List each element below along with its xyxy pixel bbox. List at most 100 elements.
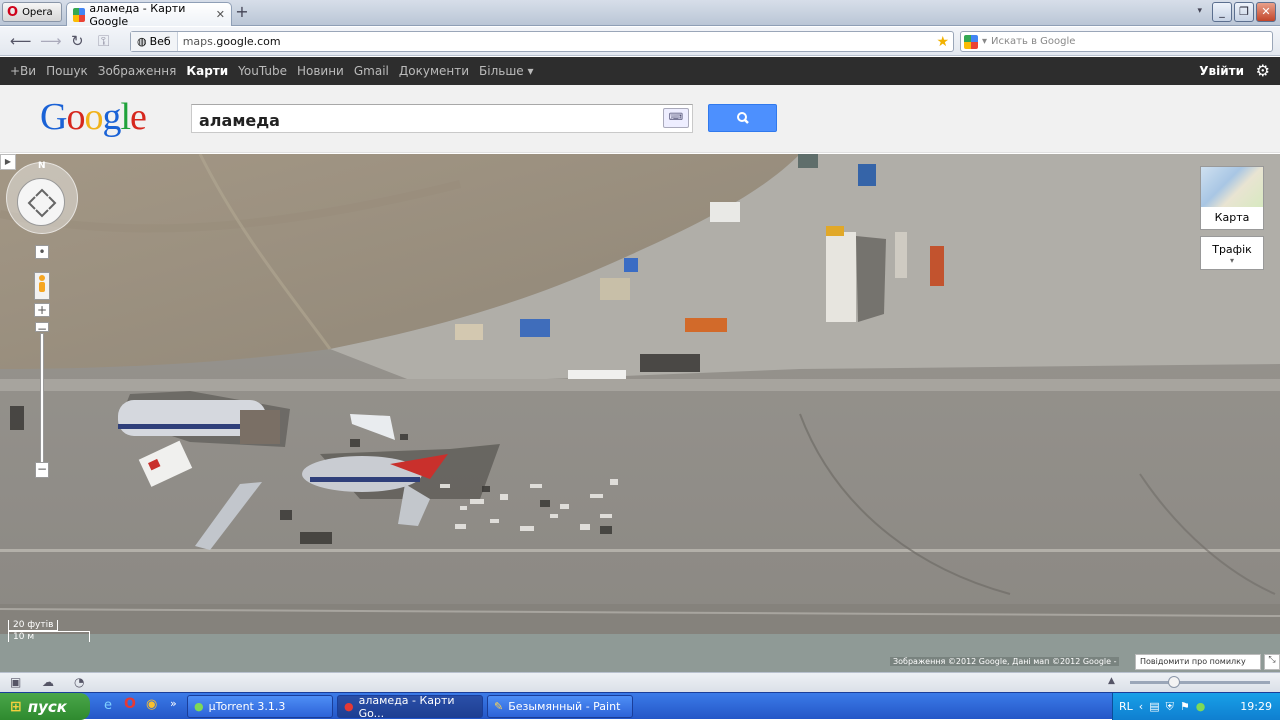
pan-arrows[interactable] bbox=[17, 178, 65, 226]
cloud-icon[interactable]: ☁ bbox=[42, 675, 54, 689]
panel-toggle-icon[interactable]: ▣ bbox=[10, 675, 21, 689]
address-badge[interactable]: ◍ Веб bbox=[131, 32, 178, 51]
zoom-menu-icon[interactable]: ▲ bbox=[1108, 676, 1115, 686]
address-toolbar: ⟵ ⟶ ↻ ⚿ ◍ Веб maps.google.com ★ ▾ Искать… bbox=[0, 27, 1280, 56]
zoom-slider-track[interactable] bbox=[40, 333, 44, 463]
aerial-imagery bbox=[0, 154, 1280, 672]
sign-in-link[interactable]: Увійти bbox=[1199, 64, 1244, 78]
gbar-item-maps[interactable]: Карти bbox=[186, 64, 228, 78]
close-window-icon[interactable]: ✕ bbox=[1256, 2, 1276, 22]
zoom-out-button[interactable]: − bbox=[35, 462, 49, 478]
gbar-item-news[interactable]: Новини bbox=[297, 64, 344, 78]
traffic-label: Трафік bbox=[1212, 243, 1252, 256]
google-search-icon bbox=[964, 34, 978, 49]
ie-quicklaunch-icon[interactable]: e bbox=[104, 698, 112, 713]
map-type-control[interactable]: Карта bbox=[1200, 166, 1264, 230]
search-icon bbox=[737, 112, 749, 124]
opera-quicklaunch-icon[interactable]: O bbox=[124, 696, 136, 712]
pegman-figure-icon bbox=[39, 275, 45, 292]
location-button[interactable]: • bbox=[35, 245, 49, 259]
close-tab-icon[interactable]: ✕ bbox=[216, 8, 225, 21]
satellite-map[interactable] bbox=[0, 154, 1280, 672]
start-button[interactable]: ⊞ пуск bbox=[0, 693, 90, 720]
page-zoom-thumb[interactable] bbox=[1168, 676, 1180, 688]
address-host: google.com bbox=[216, 35, 281, 48]
scale-feet: 20 футів bbox=[8, 620, 58, 631]
taskbar-item-paint[interactable]: ✎ Безымянный - Paint bbox=[487, 695, 633, 718]
address-url: maps.google.com bbox=[178, 35, 281, 48]
reload-icon[interactable]: ↻ bbox=[71, 32, 84, 50]
search-engine-field[interactable]: ▾ Искать в Google bbox=[960, 31, 1273, 52]
pegman-icon[interactable] bbox=[34, 272, 50, 300]
taskbar-item-label: Безымянный - Paint bbox=[508, 700, 621, 713]
opera-menu-label: Opera bbox=[22, 6, 53, 18]
gbar-items: +Ви Пошук Зображення Карти YouTube Новин… bbox=[10, 64, 534, 78]
bookmark-star-icon[interactable]: ★ bbox=[936, 34, 949, 50]
opera-icon: ● bbox=[344, 700, 354, 713]
language-indicator[interactable]: RL bbox=[1119, 700, 1133, 713]
google-logo[interactable]: Google bbox=[40, 95, 147, 139]
taskbar-item-utorrent[interactable]: ● µTorrent 3.1.3 bbox=[187, 695, 333, 718]
search-placeholder: Искать в Google bbox=[991, 36, 1076, 47]
tray-arrow-icon[interactable]: ‹ bbox=[1139, 700, 1143, 713]
browser-tab[interactable]: аламеда - Карти Google ✕ bbox=[66, 2, 232, 28]
maximize-icon[interactable]: ❐ bbox=[1234, 2, 1254, 22]
keyboard-icon[interactable]: ⌨ bbox=[663, 108, 689, 128]
new-tab-button[interactable]: + bbox=[234, 4, 250, 21]
gbar-item-images[interactable]: Зображення bbox=[98, 64, 177, 78]
scale-bar: 20 футів 10 м bbox=[8, 620, 90, 642]
taskbar-item-label: аламеда - Карти Go... bbox=[358, 693, 455, 720]
speed-dial-icon[interactable]: ◔ bbox=[74, 675, 84, 689]
gbar-item-documents[interactable]: Документи bbox=[399, 64, 469, 78]
minimize-icon[interactable]: _ bbox=[1212, 2, 1232, 22]
gbar-item-search[interactable]: Пошук bbox=[46, 64, 88, 78]
page-zoom-slider[interactable] bbox=[1130, 681, 1270, 684]
pan-arrows-icon bbox=[27, 188, 57, 218]
maps-search-input[interactable]: аламеда bbox=[191, 104, 693, 133]
gbar-item-gmail[interactable]: Gmail bbox=[354, 64, 389, 78]
address-badge-label: Веб bbox=[149, 35, 171, 48]
tab-menu-icon[interactable]: ▾ bbox=[1197, 6, 1202, 16]
opera-menu-button[interactable]: O Opera bbox=[2, 2, 62, 22]
map-thumbnail bbox=[1201, 167, 1263, 207]
taskbar-item-opera[interactable]: ● аламеда - Карти Go... bbox=[337, 693, 483, 720]
scale-meters: 10 м bbox=[8, 631, 90, 642]
search-button[interactable] bbox=[708, 104, 777, 132]
back-icon[interactable]: ⟵ bbox=[10, 32, 32, 50]
utorrent-tray-icon[interactable]: ● bbox=[1196, 700, 1206, 713]
system-tray: RL ‹ ▤ ⛨ ⚑ ● 19:29 bbox=[1112, 693, 1280, 720]
window-controls: _ ❐ ✕ bbox=[1212, 2, 1276, 22]
zoom-out-small-button[interactable]: − bbox=[35, 322, 49, 336]
key-icon[interactable]: ⚿ bbox=[98, 32, 109, 50]
utorrent-icon: ● bbox=[194, 700, 204, 713]
clock: 19:29 bbox=[1240, 700, 1272, 713]
browser-status-bar: ▣ ☁ ◔ ▲ bbox=[0, 672, 1280, 692]
security-icon[interactable]: ⛨ bbox=[1166, 700, 1174, 714]
traffic-control[interactable]: Трафік ▾ bbox=[1200, 236, 1264, 270]
search-engine-dropdown-icon[interactable]: ▾ bbox=[982, 36, 987, 47]
fullscreen-icon[interactable]: ⤡ bbox=[1264, 654, 1280, 670]
address-host-prefix: maps. bbox=[182, 35, 217, 48]
network-icon[interactable]: ▤ bbox=[1149, 700, 1159, 713]
gbar-item-more[interactable]: Більше ▾ bbox=[479, 64, 534, 78]
map-type-label: Карта bbox=[1214, 211, 1250, 224]
flag-icon[interactable]: ⚑ bbox=[1180, 700, 1190, 713]
globe-icon: ◍ bbox=[137, 35, 147, 48]
map-attribution: Зображення ©2012 Google, Дані мап ©2012 … bbox=[890, 657, 1120, 666]
report-problem-link[interactable]: Повідомити про помилку bbox=[1135, 654, 1261, 670]
gbar-item-plus[interactable]: +Ви bbox=[10, 64, 36, 78]
gbar-item-youtube[interactable]: YouTube bbox=[238, 64, 287, 78]
browser-tab-bar: O Opera аламеда - Карти Google ✕ + ▾ _ ❐… bbox=[0, 0, 1280, 28]
windows-logo-icon: ⊞ bbox=[10, 698, 22, 715]
windows-taskbar: ⊞ пуск e O ◉ » ● µTorrent 3.1.3 ● аламед… bbox=[0, 692, 1280, 720]
chrome-quicklaunch-icon[interactable]: ◉ bbox=[146, 697, 157, 712]
quicklaunch-more-icon[interactable]: » bbox=[170, 697, 177, 710]
taskbar-item-label: µTorrent 3.1.3 bbox=[208, 700, 286, 713]
address-field[interactable]: ◍ Веб maps.google.com ★ bbox=[130, 31, 954, 52]
expand-panel-icon[interactable]: ▶ bbox=[0, 154, 16, 170]
google-maps-favicon-icon bbox=[73, 7, 86, 22]
zoom-in-button[interactable]: + bbox=[34, 303, 50, 317]
gear-icon[interactable]: ⚙ bbox=[1256, 61, 1270, 80]
forward-icon[interactable]: ⟶ bbox=[40, 32, 62, 50]
traffic-dropdown-icon: ▾ bbox=[1229, 256, 1234, 265]
